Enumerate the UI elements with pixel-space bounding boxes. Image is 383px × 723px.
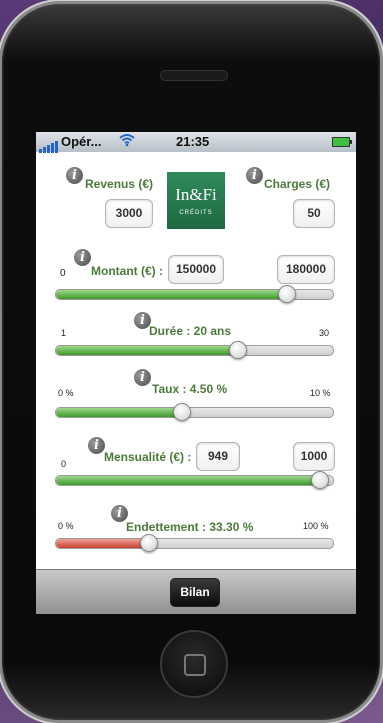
home-button[interactable] [160, 630, 228, 698]
mensualite-slider-thumb[interactable] [310, 471, 329, 489]
montant-slider-fill [56, 290, 286, 299]
montant-min: 0 [60, 268, 66, 279]
battery-icon [332, 137, 352, 147]
endettement-slider[interactable] [55, 534, 334, 552]
duree-max: 30 [319, 328, 330, 338]
mensualite-input[interactable]: 949 [196, 442, 240, 471]
revenus-input[interactable]: 3000 [105, 199, 153, 228]
charges-label: Charges (€) [264, 177, 331, 191]
endettement-slider-fill [56, 539, 149, 548]
carrier-name: Opér... [61, 134, 102, 149]
taux-label: Taux : 4.50 % [152, 382, 228, 396]
info-icon-montant[interactable]: i [74, 249, 91, 266]
bilan-button[interactable]: Bilan [170, 578, 220, 607]
taux-slider[interactable] [55, 403, 334, 421]
endettement-slider-thumb[interactable] [140, 534, 159, 552]
montant-label: Montant (€) : [91, 264, 163, 278]
montant-slider[interactable] [55, 285, 334, 303]
infi-logo: In&Fi CRÉDITS [167, 172, 225, 229]
duree-slider[interactable] [55, 341, 334, 359]
phone-frame: Opér... 21:35 i Revenus (€) 3000 In&Fi C… [2, 4, 380, 720]
logo-subtext: CRÉDITS [179, 210, 213, 216]
mensualite-label: Mensualité (€) : [104, 450, 192, 464]
revenus-label: Revenus (€) [85, 177, 154, 191]
taux-slider-fill [56, 408, 181, 417]
info-icon-mensualite[interactable]: i [88, 437, 105, 454]
montant-input[interactable]: 150000 [168, 255, 224, 284]
mensualite-min: 0 [61, 459, 67, 469]
mensualite-max-input[interactable]: 1000 [293, 442, 335, 471]
endettement-max: 100 % [303, 521, 329, 531]
status-time: 21:35 [176, 134, 210, 149]
signal-bars-icon [39, 138, 59, 153]
duree-slider-thumb[interactable] [229, 341, 248, 359]
taux-max: 10 % [310, 388, 331, 398]
duree-slider-fill [56, 346, 238, 355]
wifi-icon [119, 133, 135, 150]
taux-min: 0 % [58, 388, 74, 398]
logo-text: In&Fi [175, 185, 217, 204]
duree-min: 1 [61, 328, 67, 338]
endettement-min: 0 % [58, 521, 74, 531]
duree-label: Durée : 20 ans [149, 324, 232, 338]
home-square-icon [184, 654, 206, 676]
charges-input[interactable]: 50 [293, 199, 335, 228]
taux-slider-thumb[interactable] [172, 403, 191, 421]
mensualite-slider[interactable] [55, 471, 334, 489]
earpiece-speaker [160, 70, 228, 81]
status-bar: Opér... 21:35 [36, 132, 356, 153]
montant-slider-thumb[interactable] [277, 285, 296, 303]
endettement-label: Endettement : 33.30 % [126, 520, 254, 534]
bottom-toolbar: Bilan [36, 569, 356, 614]
info-icon-revenus[interactable]: i [66, 167, 83, 184]
info-icon-charges[interactable]: i [246, 167, 263, 184]
montant-max-input[interactable]: 180000 [277, 255, 335, 284]
app-screen: Opér... 21:35 i Revenus (€) 3000 In&Fi C… [36, 132, 356, 614]
info-icon-taux[interactable]: i [134, 369, 151, 386]
mensualite-slider-fill [56, 476, 319, 485]
